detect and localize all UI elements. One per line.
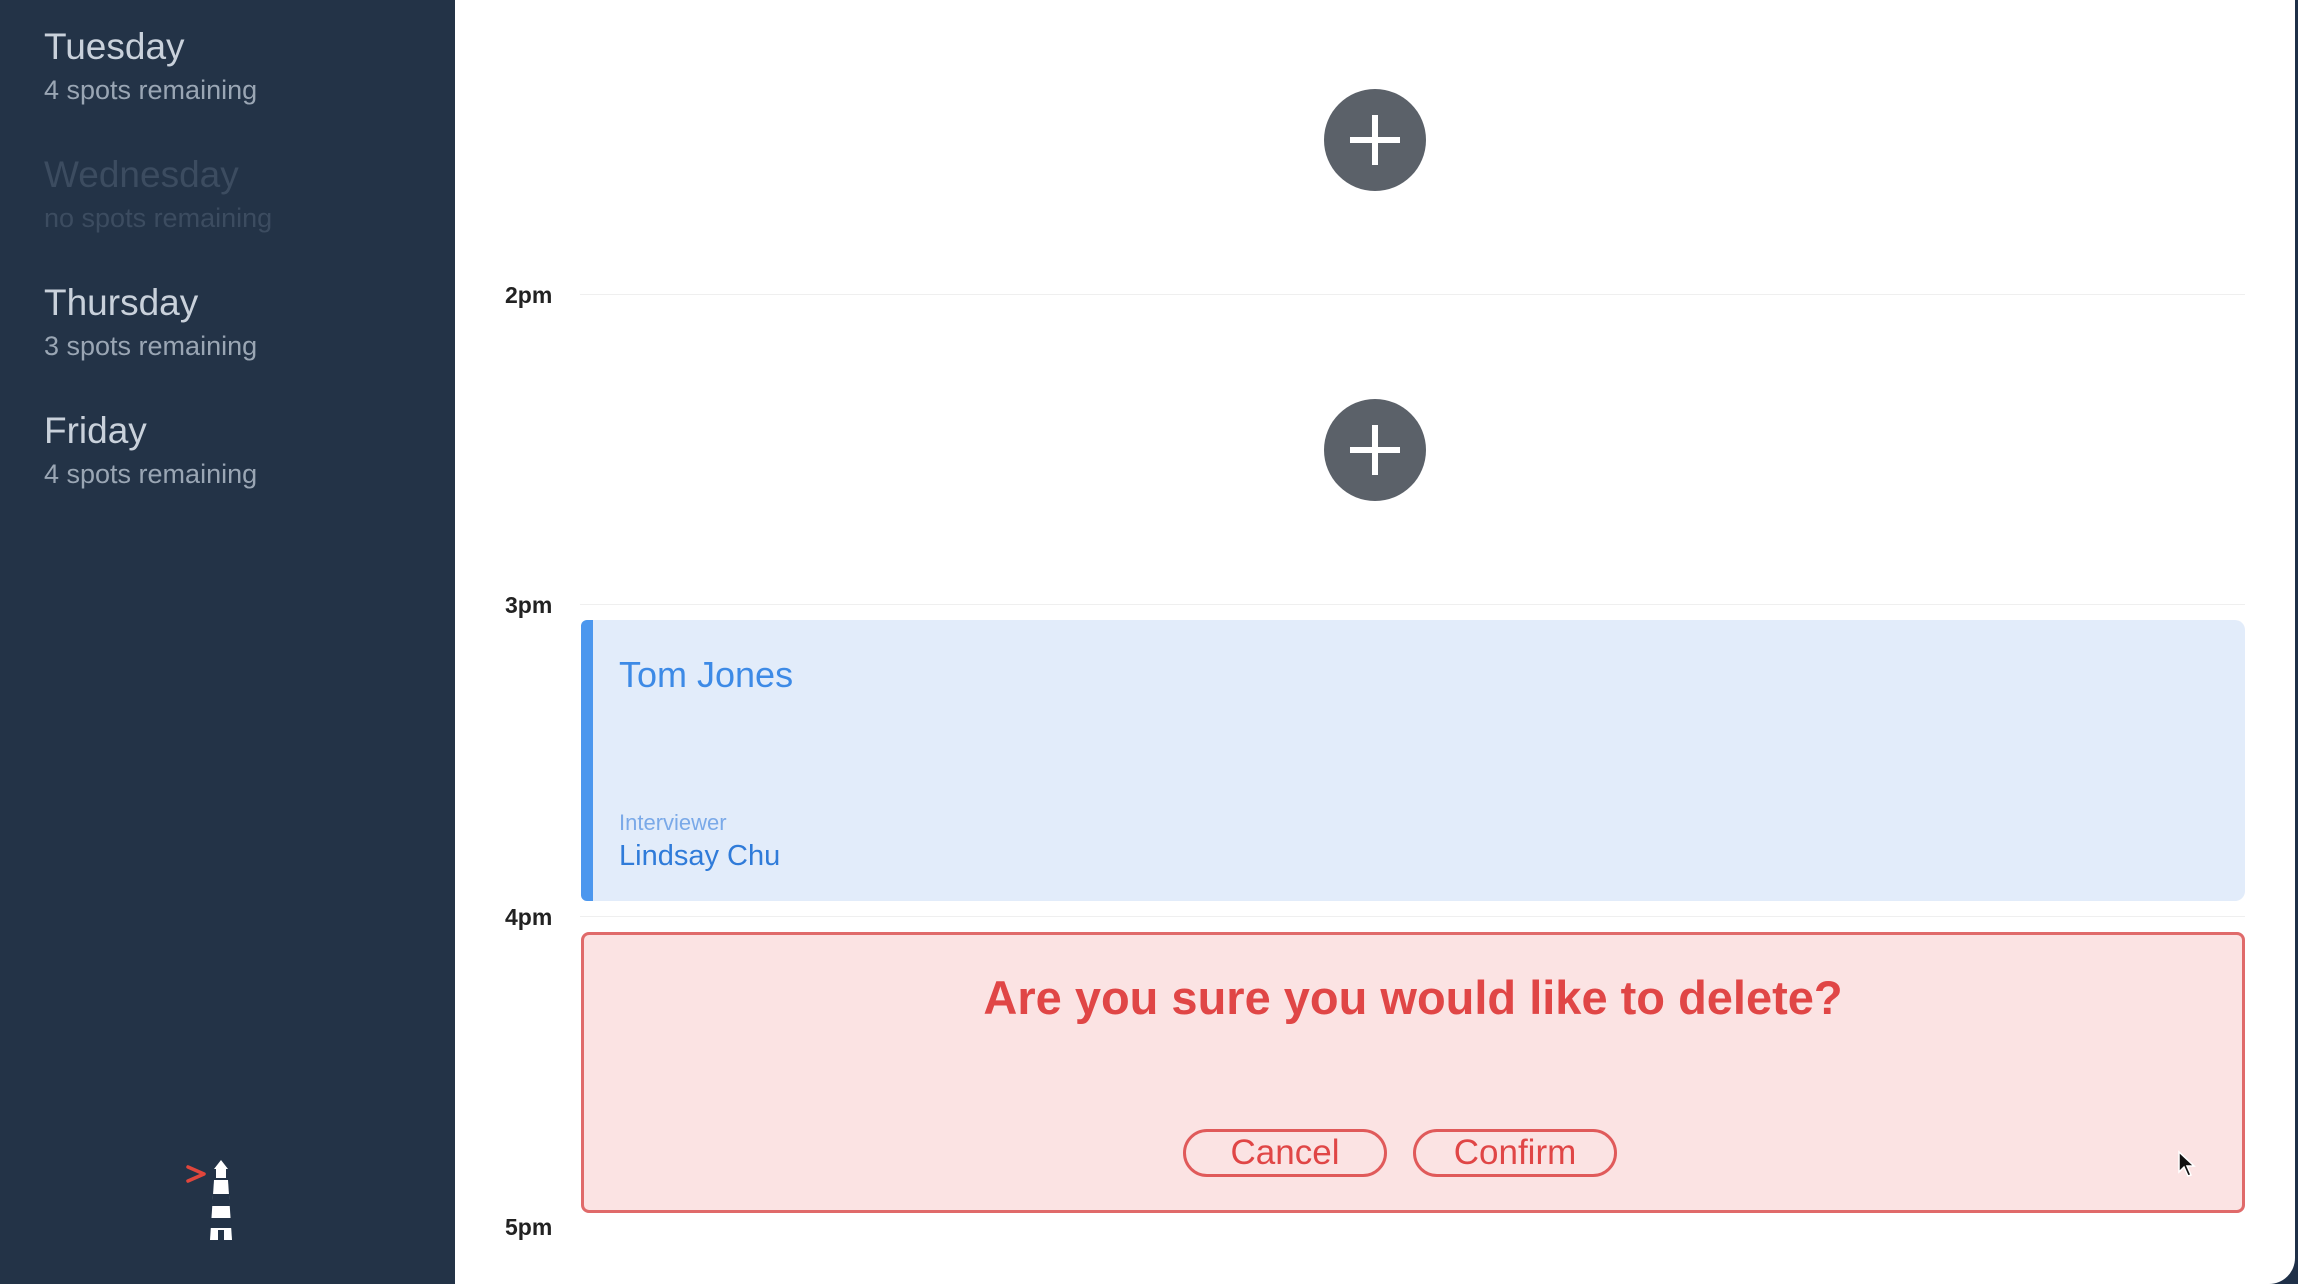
interviewer-label: Interviewer [619,810,727,835]
sidebar: Tuesday 4 spots remaining Wednesday no s… [0,0,455,1284]
add-slot-button[interactable] [1324,89,1426,191]
day-name: Friday [44,410,147,451]
plus-icon [1350,115,1400,165]
schedule-panel: 2pm 3pm Tom Jones Interviewer Lindsay Ch… [455,0,2295,1284]
time-label-4pm: 4pm [505,904,553,930]
mouse-pointer-icon [2178,1150,2196,1177]
sidebar-day-thursday[interactable]: Thursday 3 spots remaining [44,284,257,360]
time-label-3pm: 3pm [505,592,553,618]
add-slot-button[interactable] [1324,399,1426,501]
interviewer-name: Lindsay Chu [619,840,781,872]
day-name: Wednesday [44,154,239,195]
cancel-button[interactable]: Cancel [1183,1129,1387,1177]
sidebar-day-wednesday: Wednesday no spots remaining [44,156,272,232]
hour-divider [580,604,2245,605]
plus-icon [1350,425,1400,475]
lighthouse-icon [180,1160,250,1245]
day-spots: no spots remaining [44,203,273,233]
appointment-student: Tom Jones [619,654,794,695]
appointment-card[interactable]: Tom Jones Interviewer Lindsay Chu [581,620,2245,901]
confirm-button[interactable]: Confirm [1413,1129,1617,1177]
hour-divider [580,294,2245,295]
day-spots: 4 spots remaining [44,75,258,105]
sidebar-day-tuesday[interactable]: Tuesday 4 spots remaining [44,28,257,104]
sidebar-day-friday[interactable]: Friday 4 spots remaining [44,412,257,488]
day-spots: 3 spots remaining [44,331,258,361]
time-label-2pm: 2pm [505,282,553,308]
delete-confirmation: Are you sure you would like to delete? C… [581,932,2245,1213]
day-spots: 4 spots remaining [44,459,258,489]
day-name: Thursday [44,282,199,323]
time-label-5pm: 5pm [505,1214,553,1240]
day-name: Tuesday [44,26,185,67]
hour-divider [580,916,2245,917]
delete-confirm-message: Are you sure you would like to delete? [983,971,1843,1024]
